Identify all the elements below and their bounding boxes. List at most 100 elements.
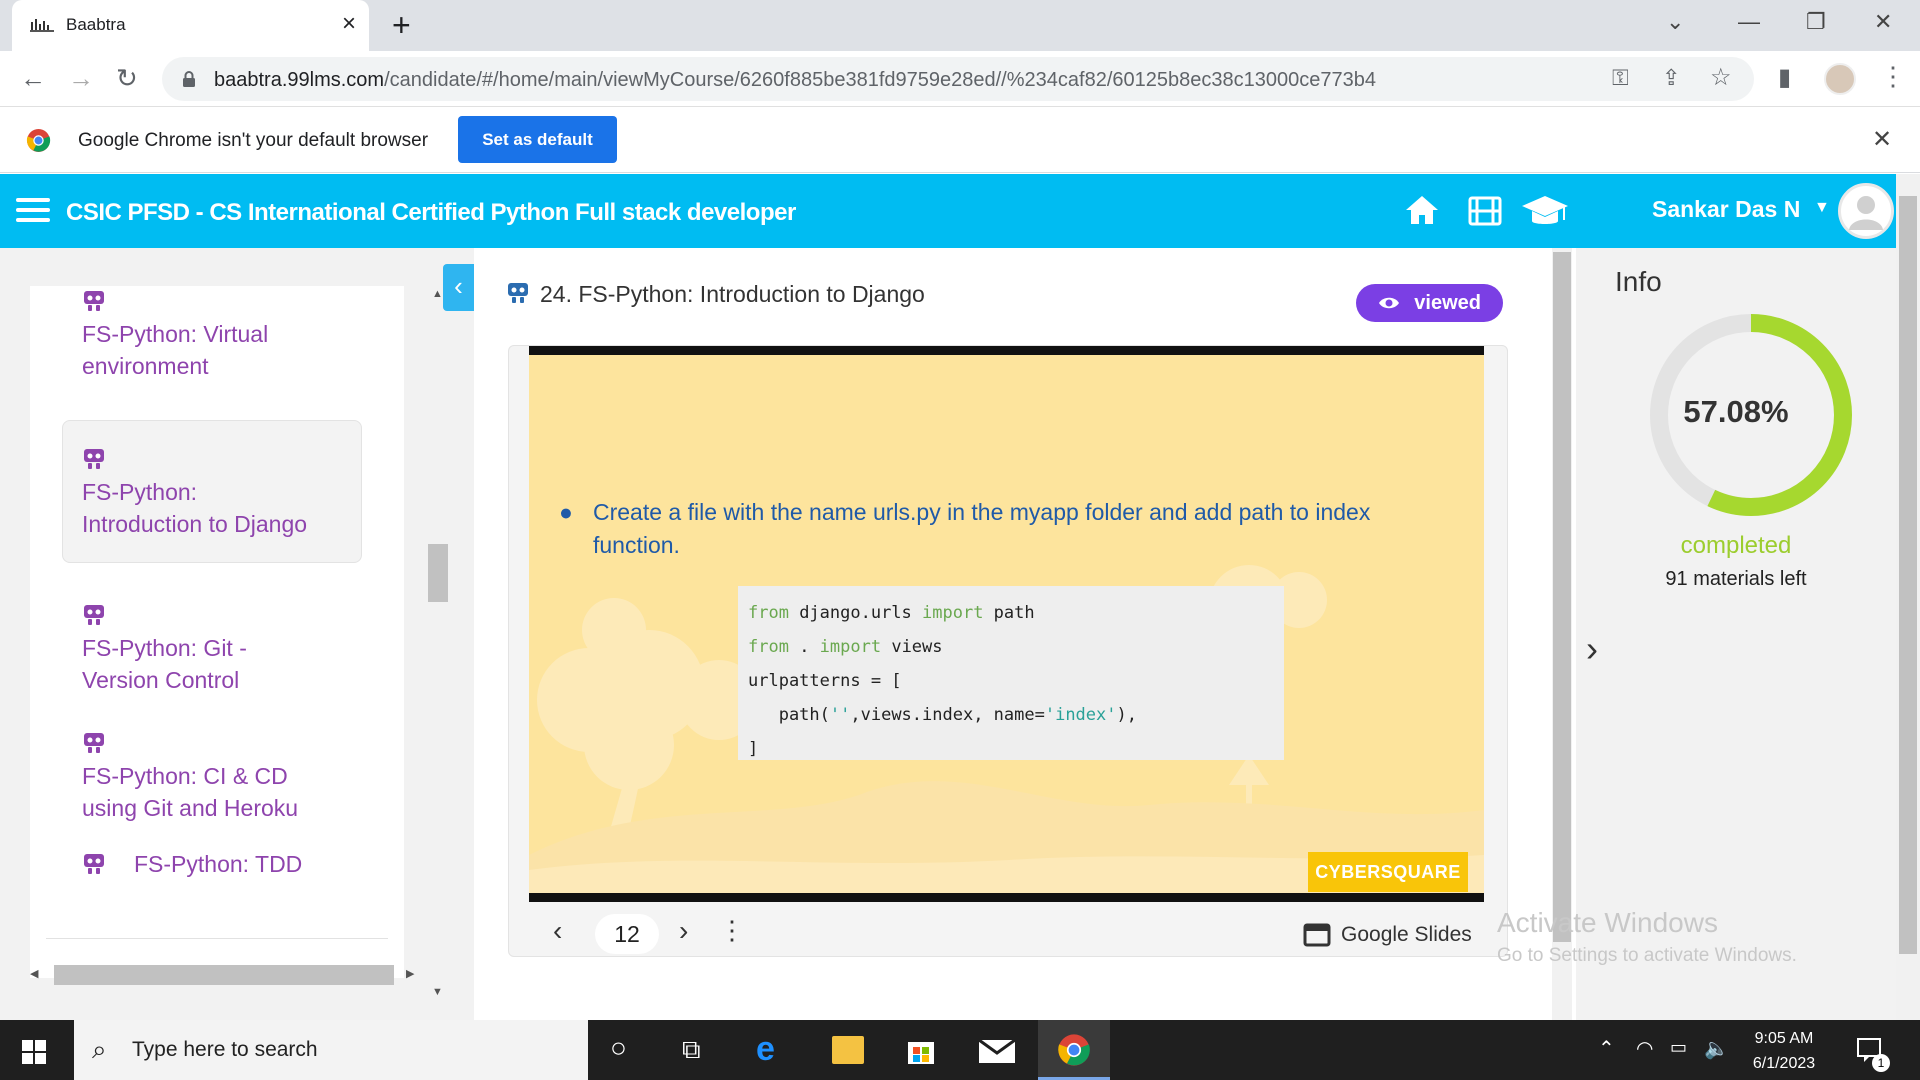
completed-label: completed: [1680, 532, 1792, 559]
search-icon: ⌕: [92, 1034, 107, 1064]
scroll-up-icon[interactable]: ▲: [432, 288, 443, 300]
chrome-icon: [1058, 1034, 1090, 1066]
set-as-default-button[interactable]: Set as default: [458, 116, 617, 163]
user-dropdown-caret-icon[interactable]: ▼: [1814, 199, 1830, 217]
lesson-label: FS-Python: CI & CD: [82, 763, 288, 789]
lesson-item[interactable]: FS-Python: Virtual environment: [82, 290, 268, 382]
sidebar-vertical-scrollbar[interactable]: ▲ ▼: [428, 288, 448, 998]
slide-viewer[interactable]: ● Create a file with the name urls.py in…: [508, 345, 1508, 957]
eye-icon: [1379, 297, 1399, 309]
content-scroll-thumb[interactable]: [1553, 252, 1571, 942]
bookmark-star-icon[interactable]: ☆: [1710, 63, 1732, 92]
user-avatar[interactable]: [1838, 183, 1894, 239]
window-close-icon[interactable]: ✕: [1874, 8, 1892, 36]
scroll-left-icon[interactable]: ◀: [30, 967, 38, 980]
edge-icon[interactable]: e: [756, 1030, 775, 1069]
scroll-right-icon[interactable]: ▶: [406, 967, 414, 980]
restore-icon[interactable]: ❐: [1806, 8, 1826, 36]
user-name[interactable]: Sankar Das N: [1652, 196, 1800, 223]
infobar-message: Google Chrome isn't your default browser: [78, 130, 429, 151]
lesson-item[interactable]: FS-Python: Introduction to Django: [82, 448, 307, 540]
home-icon[interactable]: [1404, 194, 1440, 226]
address-bar[interactable]: baabtra.99lms.com/candidate/#/home/main/…: [162, 57, 1754, 101]
lock-icon[interactable]: [182, 70, 196, 88]
slide-controls: ‹ 12 › ⋮ Google Slides: [529, 911, 1484, 957]
user-silhouette-icon: [1849, 196, 1883, 230]
close-tab-icon[interactable]: ×: [342, 10, 356, 38]
slides-icon: [84, 854, 104, 874]
windows-start-icon[interactable]: [22, 1040, 46, 1064]
windows-taskbar: ⌕ Type here to search ○ ⧉ e ⌃ ◠ ▭ 🔈 9:05…: [0, 1020, 1920, 1080]
tab-baabtra[interactable]: Baabtra ×: [12, 0, 369, 51]
password-key-icon[interactable]: ⚿: [1612, 65, 1629, 91]
microsoft-store-icon[interactable]: [904, 1034, 938, 1066]
minimize-icon[interactable]: —: [1738, 8, 1760, 36]
slides-icon: [508, 283, 528, 303]
graduation-cap-icon[interactable]: [1520, 194, 1570, 230]
reload-icon[interactable]: ↻: [116, 61, 138, 95]
slides-icon: [84, 291, 104, 311]
course-title: CSIC PFSD - CS International Certified P…: [66, 199, 796, 226]
lesson-label: FS-Python: Virtual: [82, 321, 269, 347]
side-panel-icon[interactable]: ▮: [1778, 63, 1791, 92]
share-icon[interactable]: ⇪: [1662, 65, 1680, 91]
page-scroll-thumb[interactable]: [1899, 196, 1917, 954]
cortana-icon[interactable]: ○: [610, 1032, 627, 1064]
code-snippet: from django.urls import path from . impo…: [738, 586, 1284, 760]
lesson-sidebar: FS-Python: Virtual environment FS-Python…: [0, 248, 474, 1020]
mail-icon[interactable]: [978, 1036, 1016, 1064]
slides-icon: [84, 449, 104, 469]
lesson-item[interactable]: FS-Python: TDD: [82, 848, 302, 880]
viewed-label: viewed: [1414, 292, 1481, 314]
slide-canvas: ● Create a file with the name urls.py in…: [529, 346, 1484, 902]
wifi-icon[interactable]: ◠: [1636, 1036, 1653, 1061]
file-explorer-icon[interactable]: [832, 1036, 864, 1064]
next-slide-icon[interactable]: ›: [679, 915, 688, 947]
slide-page-number[interactable]: 12: [595, 914, 659, 954]
infobar-close-icon[interactable]: ✕: [1872, 125, 1892, 154]
clock[interactable]: 9:05 AM 6/1/2023: [1724, 1026, 1844, 1076]
hamburger-menu-icon[interactable]: [16, 196, 50, 224]
previous-slide-icon[interactable]: ‹: [553, 915, 562, 947]
sidebar-scroll-thumb[interactable]: [428, 544, 448, 602]
browser-toolbar: ← → ↻ baabtra.99lms.com/candidate/#/home…: [0, 51, 1920, 107]
google-slides-label[interactable]: Google Slides: [1341, 923, 1472, 947]
lesson-content: 24. FS-Python: Introduction to Django vi…: [474, 248, 1550, 1020]
new-tab-icon[interactable]: +: [392, 8, 411, 42]
kebab-menu-icon[interactable]: ⋮: [1880, 61, 1906, 92]
lesson-list[interactable]: FS-Python: Virtual environment FS-Python…: [30, 286, 404, 978]
activate-windows-title: Activate Windows: [1497, 907, 1718, 938]
battery-icon[interactable]: ▭: [1670, 1037, 1687, 1058]
materials-left: 91 materials left: [1665, 568, 1807, 590]
clock-time: 9:05 AM: [1754, 1030, 1814, 1047]
lesson-item[interactable]: FS-Python: CI & CD using Git and Heroku: [82, 732, 298, 824]
lesson-item[interactable]: FS-Python: Git - Version Control: [82, 604, 247, 696]
slide-options-icon[interactable]: ⋮: [719, 915, 745, 946]
info-title: Info: [1615, 266, 1662, 297]
slide-bullet-text: Create a file with the name urls.py in t…: [593, 499, 1371, 558]
scroll-down-icon[interactable]: ▼: [432, 986, 443, 998]
taskbar-search[interactable]: ⌕ Type here to search: [74, 1020, 588, 1080]
sidebar-hscroll-thumb[interactable]: [54, 965, 394, 985]
task-view-icon[interactable]: ⧉: [682, 1034, 701, 1066]
lesson-label: Version Control: [82, 667, 240, 693]
forward-icon[interactable]: →: [68, 61, 94, 95]
profile-avatar[interactable]: [1824, 63, 1856, 95]
lesson-label: environment: [82, 353, 209, 379]
sidebar-horizontal-scrollbar[interactable]: ◀ ▶: [28, 964, 420, 986]
notification-count-badge: 1: [1872, 1054, 1890, 1072]
clock-date: 6/1/2023: [1752, 1055, 1816, 1072]
tray-chevron-icon[interactable]: ⌃: [1598, 1036, 1615, 1061]
slides-icon: [84, 605, 104, 625]
cybersquare-logo: CYBERSQUARE: [1308, 852, 1468, 892]
search-placeholder: Type here to search: [132, 1038, 318, 1061]
tab-strip: Baabtra × + ⌄ — ❐ ✕: [0, 0, 1920, 51]
tab-search-icon[interactable]: ⌄: [1666, 8, 1684, 36]
activate-windows-subtitle: Go to Settings to activate Windows.: [1497, 945, 1797, 966]
expand-panel-chevron-icon[interactable]: ›: [1586, 628, 1598, 670]
chrome-taskbar-button[interactable]: [1038, 1020, 1110, 1080]
back-icon[interactable]: ←: [20, 61, 46, 95]
collapse-sidebar-button[interactable]: ‹: [443, 264, 474, 311]
film-icon[interactable]: [1468, 196, 1502, 226]
lesson-label: FS-Python: TDD: [134, 851, 303, 877]
